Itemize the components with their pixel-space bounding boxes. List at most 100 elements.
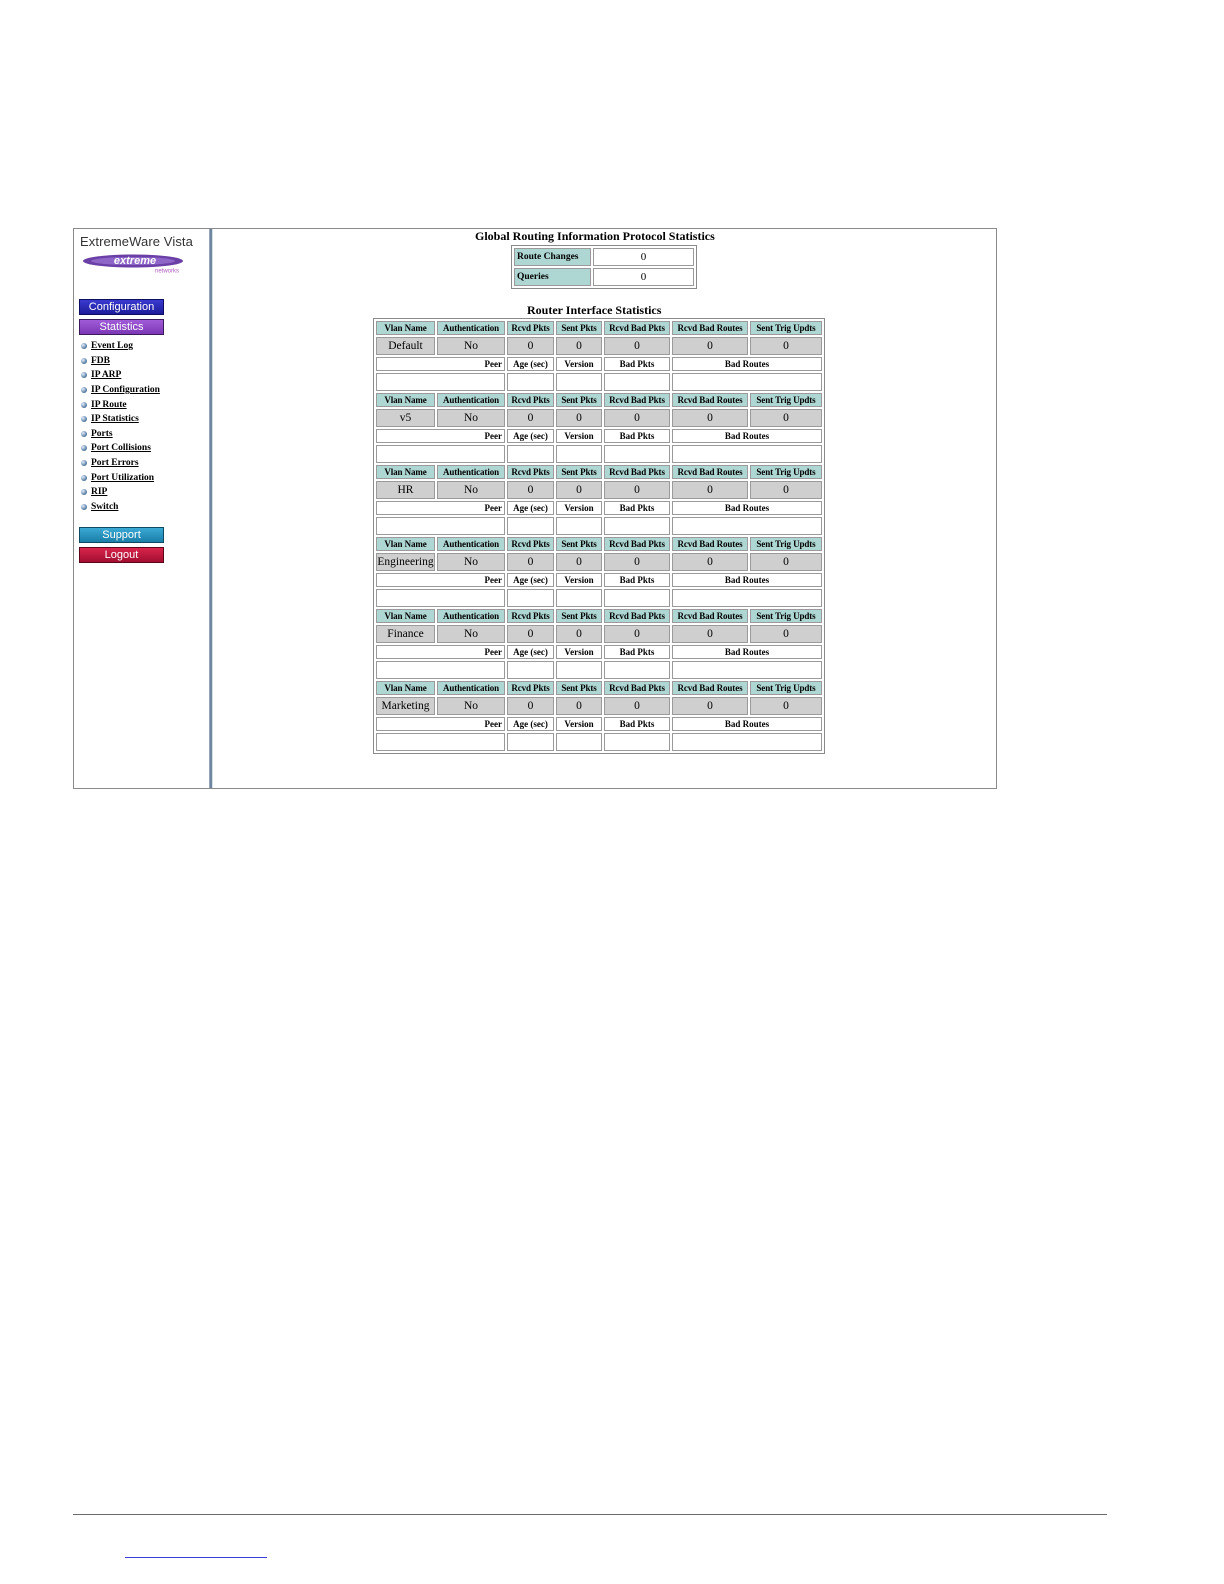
- bullet-icon: [81, 387, 87, 394]
- header-rcvd-bad-pkts: Rcvd Bad Pkts: [604, 393, 670, 407]
- bad-pkts-value: [604, 733, 670, 751]
- header-version: Version: [556, 429, 602, 443]
- value-rcvd-pkts: 0: [507, 409, 554, 427]
- vlan-header-row: Vlan Name Authentication Rcvd Pkts Sent Pkt…: [376, 321, 822, 335]
- value-rcvd-bad-routes: 0: [672, 625, 748, 643]
- statistics-menu: Event Log FDB IP ARP IP Configuration IP…: [81, 339, 160, 514]
- value-rcvd-bad-pkts: 0: [604, 409, 670, 427]
- bad-pkts-value: [604, 589, 670, 607]
- header-rcvd-bad-routes: Rcvd Bad Routes: [672, 681, 748, 695]
- svg-text:extreme: extreme: [114, 255, 156, 267]
- route-changes-value: 0: [593, 248, 694, 266]
- header-bad-routes: Bad Routes: [672, 717, 822, 731]
- statistics-button[interactable]: Statistics: [79, 319, 164, 335]
- header-authentication: Authentication: [437, 609, 505, 623]
- header-rcvd-pkts: Rcvd Pkts: [507, 537, 554, 551]
- menu-item-port-errors[interactable]: Port Errors: [81, 456, 160, 471]
- peer-header-row: Peer Age (sec) Version Bad Pkts Bad Routes: [376, 501, 822, 515]
- header-rcvd-pkts: Rcvd Pkts: [507, 681, 554, 695]
- peer-value: [376, 445, 505, 463]
- header-rcvd-bad-routes: Rcvd Bad Routes: [672, 609, 748, 623]
- vlan-value-row: Finance No 0 0 0 0 0: [376, 625, 822, 643]
- support-button[interactable]: Support: [79, 527, 164, 543]
- header-rcvd-bad-pkts: Rcvd Bad Pkts: [604, 609, 670, 623]
- value-sent-pkts: 0: [556, 697, 602, 715]
- vlan-value-row: Engineering No 0 0 0 0 0: [376, 553, 822, 571]
- frame-divider[interactable]: [209, 229, 213, 788]
- bad-pkts-value: [604, 661, 670, 679]
- header-age: Age (sec): [507, 717, 554, 731]
- bullet-icon: [81, 489, 87, 496]
- menu-item-event-log[interactable]: Event Log: [81, 339, 160, 354]
- value-rcvd-bad-routes: 0: [672, 337, 748, 355]
- header-bad-pkts: Bad Pkts: [604, 573, 670, 587]
- value-authentication: No: [437, 697, 505, 715]
- peer-value-row: [376, 373, 822, 391]
- menu-item-switch[interactable]: Switch: [81, 500, 160, 515]
- value-authentication: No: [437, 409, 505, 427]
- bullet-icon: [81, 343, 87, 350]
- peer-header-row: Peer Age (sec) Version Bad Pkts Bad Routes: [376, 717, 822, 731]
- value-vlan-name: Finance: [376, 625, 435, 643]
- header-sent-trig-updts: Sent Trig Updts: [750, 681, 822, 695]
- header-age: Age (sec): [507, 357, 554, 371]
- header-peer: Peer: [376, 429, 505, 443]
- age-value: [507, 373, 554, 391]
- header-sent-trig-updts: Sent Trig Updts: [750, 465, 822, 479]
- header-vlan-name: Vlan Name: [376, 321, 435, 335]
- bullet-icon: [81, 445, 87, 452]
- footer-link-underline: [125, 1557, 267, 1558]
- sidebar: ExtremeWare Vista extreme networks Confi…: [74, 229, 209, 788]
- header-authentication: Authentication: [437, 681, 505, 695]
- logout-button[interactable]: Logout: [79, 547, 164, 563]
- value-vlan-name: Engineering: [376, 553, 435, 571]
- header-authentication: Authentication: [437, 321, 505, 335]
- header-sent-trig-updts: Sent Trig Updts: [750, 537, 822, 551]
- header-peer: Peer: [376, 717, 505, 731]
- bad-pkts-value: [604, 517, 670, 535]
- vlan-value-row: Marketing No 0 0 0 0 0: [376, 697, 822, 715]
- version-value: [556, 589, 602, 607]
- vlan-header-row: Vlan Name Authentication Rcvd Pkts Sent Pkt…: [376, 609, 822, 623]
- header-rcvd-bad-routes: Rcvd Bad Routes: [672, 393, 748, 407]
- peer-value: [376, 373, 505, 391]
- browser-frame: ExtremeWare Vista extreme networks Confi…: [73, 228, 997, 789]
- value-sent-pkts: 0: [556, 625, 602, 643]
- menu-item-ip-statistics[interactable]: IP Statistics: [81, 412, 160, 427]
- menu-item-ip-route[interactable]: IP Route: [81, 397, 160, 412]
- bad-routes-value: [672, 661, 822, 679]
- menu-item-ip-configuration[interactable]: IP Configuration: [81, 383, 160, 398]
- peer-header-row: Peer Age (sec) Version Bad Pkts Bad Routes: [376, 429, 822, 443]
- header-vlan-name: Vlan Name: [376, 465, 435, 479]
- menu-item-ip-arp[interactable]: IP ARP: [81, 368, 160, 383]
- svg-text:networks: networks: [155, 269, 179, 275]
- bullet-icon: [81, 474, 87, 481]
- peer-value: [376, 661, 505, 679]
- menu-item-port-collisions[interactable]: Port Collisions: [81, 441, 160, 456]
- header-bad-routes: Bad Routes: [672, 429, 822, 443]
- value-rcvd-bad-routes: 0: [672, 697, 748, 715]
- extreme-networks-logo-icon: extreme networks: [83, 254, 183, 275]
- vlan-header-row: Vlan Name Authentication Rcvd Pkts Sent Pkt…: [376, 465, 822, 479]
- value-rcvd-bad-routes: 0: [672, 409, 748, 427]
- header-bad-pkts: Bad Pkts: [604, 645, 670, 659]
- header-rcvd-bad-pkts: Rcvd Bad Pkts: [604, 537, 670, 551]
- menu-item-fdb[interactable]: FDB: [81, 354, 160, 369]
- header-rcvd-bad-pkts: Rcvd Bad Pkts: [604, 465, 670, 479]
- value-rcvd-bad-pkts: 0: [604, 481, 670, 499]
- menu-item-rip[interactable]: RIP: [81, 485, 160, 500]
- bullet-icon: [81, 372, 87, 379]
- age-value: [507, 589, 554, 607]
- header-rcvd-bad-routes: Rcvd Bad Routes: [672, 465, 748, 479]
- vlan-header-row: Vlan Name Authentication Rcvd Pkts Sent Pkt…: [376, 393, 822, 407]
- menu-item-port-utilization[interactable]: Port Utilization: [81, 470, 160, 485]
- header-sent-trig-updts: Sent Trig Updts: [750, 393, 822, 407]
- router-interface-title: Router Interface Statistics: [527, 303, 662, 317]
- menu-item-ports[interactable]: Ports: [81, 427, 160, 442]
- header-age: Age (sec): [507, 573, 554, 587]
- footer-rule: [73, 1514, 1107, 1515]
- configuration-button[interactable]: Configuration: [79, 299, 164, 315]
- value-rcvd-bad-pkts: 0: [604, 625, 670, 643]
- value-rcvd-pkts: 0: [507, 337, 554, 355]
- value-vlan-name: Default: [376, 337, 435, 355]
